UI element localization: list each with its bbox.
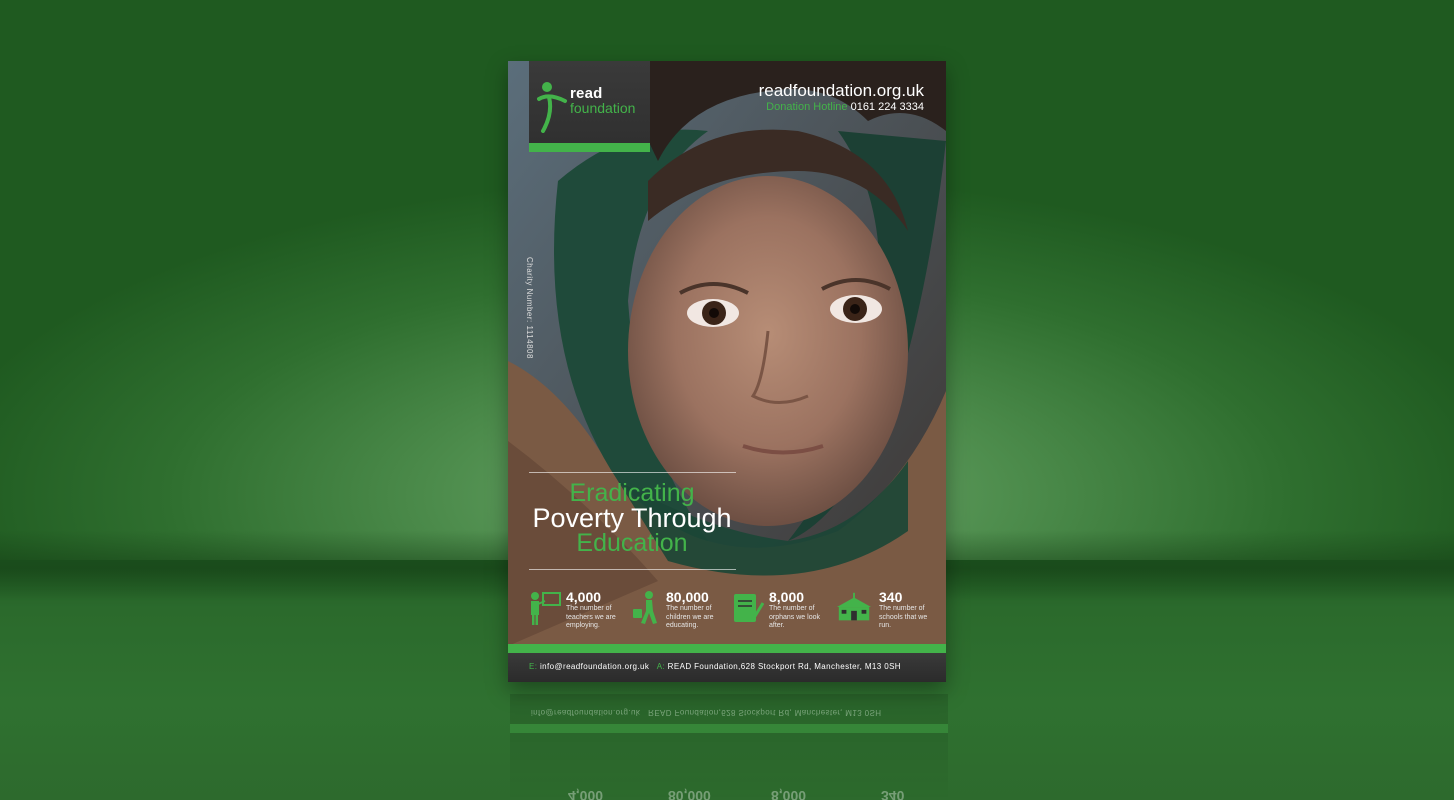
reflection-stat-number: 8,000 <box>771 788 807 800</box>
hotline-number: 0161 224 3334 <box>850 101 924 113</box>
reflection-stat-number: 4,000 <box>568 788 604 800</box>
stat-description: The number of children we are educating. <box>666 605 714 629</box>
logo-accent-bar <box>529 143 650 152</box>
website-url: readfoundation.org.uk <box>758 81 924 100</box>
hotline-label: Donation Hotline <box>766 101 848 113</box>
reflection-stat-number: 340 <box>881 788 905 800</box>
reflection-mirror: 4,000 80,000 8,000 340 info@readfoundati… <box>510 694 948 800</box>
school-icon <box>836 592 872 621</box>
stat-description: The number of schools that we run. <box>879 605 928 629</box>
stat-number: 340 <box>879 589 903 605</box>
reflection-green-bar <box>510 724 948 733</box>
flyer-reflection: 4,000 80,000 8,000 340 info@readfoundati… <box>510 694 948 800</box>
child-walking-icon <box>633 591 657 624</box>
reflection-address: READ Foundation,628 Stockport Rd, Manche… <box>648 708 882 717</box>
email-label: E: <box>529 662 538 671</box>
headline-rule-top <box>529 472 736 473</box>
postal-address: READ Foundation,628 Stockport Rd, Manche… <box>667 662 901 671</box>
stats-row: 4,000 The number of teachers we are empl… <box>508 589 946 649</box>
headline-rule-bottom <box>529 569 736 570</box>
donation-hotline: Donation Hotline 0161 224 3334 <box>766 101 924 113</box>
stat-description: The number of teachers we are employing. <box>566 605 616 629</box>
headline: Eradicating Poverty Through Education <box>508 481 756 556</box>
email-address: info@readfoundation.org.uk <box>539 662 650 671</box>
book-icon <box>734 594 764 622</box>
address-label: A: <box>656 662 666 671</box>
reflection-email: info@readfoundation.org.uk <box>531 708 641 717</box>
teacher-icon <box>531 592 561 625</box>
reflection-stat-number: 80,000 <box>668 788 711 800</box>
stat-number: 8,000 <box>769 589 805 605</box>
stat-number: 4,000 <box>566 589 602 605</box>
charity-number: Charity Number: 1114808 <box>525 257 534 359</box>
reflection-stats: 4,000 80,000 8,000 340 <box>510 744 948 800</box>
flyer-footer: E: info@readfoundation.org.uk A: READ Fo… <box>508 653 946 682</box>
footer-accent-bar <box>508 644 946 653</box>
flyer: read foundation readfoundation.org.uk Do… <box>508 61 946 682</box>
headline-line-3: Education <box>576 529 688 557</box>
footer-contact: E: info@readfoundation.org.uk A: READ Fo… <box>529 662 901 671</box>
reflection-footer: info@readfoundation.org.uk READ Foundati… <box>531 708 881 717</box>
read-foundation-logo-icon <box>537 82 567 133</box>
stat-number: 80,000 <box>666 589 709 605</box>
logo-text-foundation: foundation <box>570 100 636 116</box>
stat-description: The number of orphans we look after. <box>769 605 820 629</box>
headline-line-2: Poverty Through <box>532 503 732 533</box>
